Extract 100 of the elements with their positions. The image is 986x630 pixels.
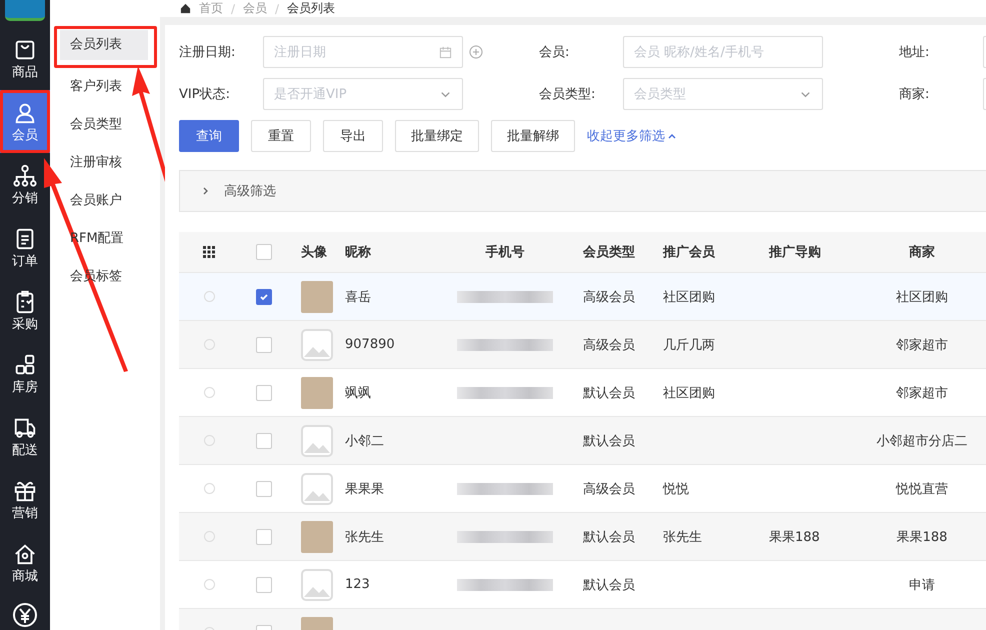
- filter-label: 地址:: [899, 44, 930, 61]
- grid-icon[interactable]: [203, 246, 215, 258]
- table-cell-text: 悦悦直营: [896, 480, 948, 498]
- image-placeholder-icon: [301, 424, 333, 456]
- column-header: 头像: [300, 244, 328, 261]
- table-cell-text: 社区团购: [663, 288, 715, 306]
- nav-item[interactable]: 商城: [0, 531, 50, 594]
- advanced-filter-label: 高级筛选: [224, 183, 276, 200]
- highlight-frame: [0, 90, 50, 153]
- submenu-item[interactable]: 会员账户: [60, 182, 148, 220]
- row-checkbox[interactable]: [256, 288, 272, 304]
- table-cell-text: 果果188: [769, 528, 820, 546]
- filter-label: 会员类型:: [539, 86, 596, 103]
- row-radio[interactable]: [204, 387, 214, 398]
- table-cell-text: 默认会员: [583, 384, 635, 402]
- table-cell-text: 默认会员: [583, 576, 635, 594]
- row-radio[interactable]: [204, 291, 214, 302]
- column-header: 昵称: [344, 244, 372, 261]
- table-cell: 907890: [345, 337, 395, 352]
- row-checkbox[interactable]: [256, 432, 272, 448]
- submenu-item[interactable]: 会员类型: [60, 106, 148, 144]
- table-cell-text: 高级会员: [583, 336, 635, 354]
- breadcrumb-item: 会员列表: [287, 0, 336, 17]
- table-row[interactable]: 喜岳 高级会员 社区团购 社区团购: [179, 273, 986, 321]
- table-cell-text: 默认会员: [583, 528, 635, 546]
- table-cell-text: 邻家超市: [896, 384, 948, 402]
- nav-item[interactable]: 订单: [0, 216, 50, 279]
- image-placeholder-icon: [301, 568, 333, 600]
- yen-icon[interactable]: [12, 602, 38, 628]
- row-checkbox[interactable]: [256, 576, 272, 592]
- table-row[interactable]: 小邻二 默认会员 小邻超市分店二: [179, 417, 986, 465]
- action-button[interactable]: 导出: [323, 120, 383, 152]
- submenu-item[interactable]: 注册审核: [60, 144, 148, 182]
- table-cell-text: 果果188: [896, 528, 948, 546]
- image-placeholder-icon: [301, 328, 333, 360]
- row-radio[interactable]: [204, 435, 214, 446]
- search-button[interactable]: 查询: [179, 120, 239, 152]
- table-cell-text: 喜岳: [345, 288, 371, 306]
- table-cell-text: 高级会员: [583, 288, 635, 306]
- column-header: 手机号: [484, 244, 526, 261]
- column-header: 会员类型: [582, 244, 636, 261]
- table-cell: 123: [345, 577, 370, 592]
- breadcrumb-separator: /: [231, 2, 236, 16]
- nav-item[interactable]: 营销: [0, 468, 50, 531]
- row-radio[interactable]: [204, 339, 214, 350]
- table-cell-text: 小邻二: [345, 432, 384, 450]
- action-button[interactable]: 批量绑定: [395, 120, 479, 152]
- image-placeholder-icon: [301, 472, 333, 504]
- table-cell-text: 高级会员: [583, 480, 635, 498]
- select-all-checkbox[interactable]: [256, 244, 272, 260]
- filter-label: VIP状态:: [179, 86, 231, 103]
- table-cell-text: 社区团购: [896, 288, 948, 306]
- row-checkbox[interactable]: [256, 384, 272, 400]
- advanced-filter-bar[interactable]: 高级筛选: [179, 170, 986, 212]
- filter-label: 注册日期:: [179, 44, 236, 61]
- table-cell-text: 张先生: [663, 528, 702, 546]
- nav-item[interactable]: 分销: [0, 153, 50, 216]
- submenu-item[interactable]: 会员列表: [60, 30, 148, 60]
- table-cell-text: 几斤几两: [663, 336, 715, 354]
- nav-item[interactable]: 配送: [0, 405, 50, 468]
- column-header: 推广导购: [768, 244, 822, 261]
- table-cell-text: 默认会员: [583, 432, 635, 450]
- check-icon: [259, 292, 269, 302]
- photo-placeholder: [301, 280, 333, 312]
- row-radio[interactable]: [204, 579, 214, 590]
- table-row[interactable]: 907890 高级会员 几斤几两 邻家超市: [179, 321, 986, 369]
- row-checkbox[interactable]: [256, 336, 272, 352]
- table-cell-text: 社区团购: [663, 384, 715, 402]
- column-header: 推广会员: [662, 244, 716, 261]
- action-button[interactable]: 批量解绑: [491, 120, 575, 152]
- nav-item[interactable]: 库房: [0, 342, 50, 405]
- table-row[interactable]: 张先生 默认会员 张先生 果果188 果果188: [179, 513, 986, 561]
- filter-label: 商家:: [899, 86, 930, 103]
- nav-item[interactable]: 商品: [0, 27, 50, 90]
- add-circle-icon[interactable]: [469, 45, 483, 59]
- action-button[interactable]: 重置: [251, 120, 311, 152]
- nav-item[interactable]: 采购: [0, 279, 50, 342]
- photo-placeholder: [301, 376, 333, 408]
- photo-placeholder: [301, 520, 333, 552]
- table-cell-text: 飒飒: [345, 384, 371, 402]
- hierarchy-icon: [13, 164, 37, 188]
- table-cell-text: 申请: [909, 576, 935, 594]
- table-cell-text: 张先生: [345, 528, 384, 546]
- row-checkbox[interactable]: [256, 528, 272, 544]
- home-icon[interactable]: [180, 3, 191, 14]
- blocks-icon: [13, 352, 37, 376]
- filter-label: 会员:: [539, 44, 570, 61]
- table-cell-text: 邻家超市: [896, 336, 948, 354]
- table-cell-text: 小邻超市分店二: [876, 432, 968, 450]
- calendar-icon: [439, 46, 452, 58]
- row-radio[interactable]: [204, 483, 214, 494]
- table-cell-text: 悦悦: [663, 480, 689, 498]
- column-header: 商家: [908, 244, 936, 261]
- logo-icon: [5, 0, 45, 21]
- row-radio[interactable]: [204, 531, 214, 542]
- row-checkbox[interactable]: [256, 480, 272, 496]
- table-cell-text: 果果果: [345, 480, 384, 498]
- submenu-item[interactable]: 客户列表: [60, 68, 148, 106]
- collapse-filters-link[interactable]: 收起更多筛选: [587, 127, 677, 145]
- house-icon: [13, 542, 37, 566]
